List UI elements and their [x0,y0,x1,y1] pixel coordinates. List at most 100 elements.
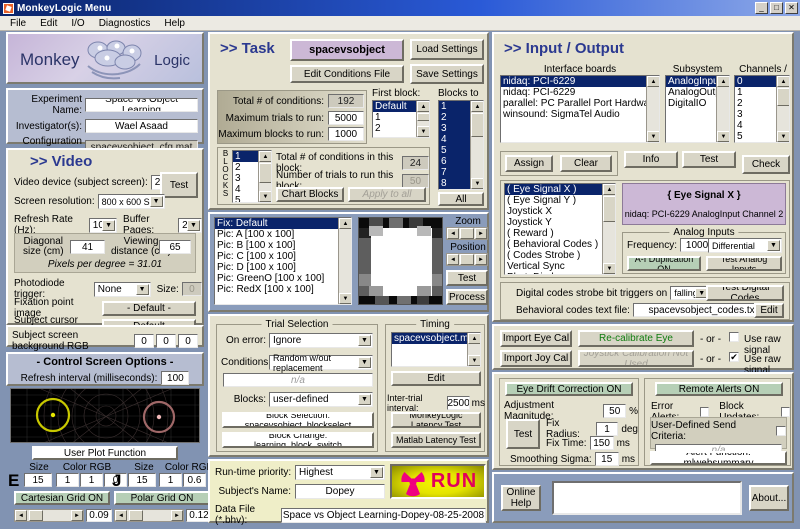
scroll-down-icon[interactable]: ▼ [417,126,429,137]
eye-size-input[interactable]: 15 [24,473,52,487]
joy-color-g-input[interactable]: 0.6 [183,473,206,487]
list-item[interactable]: 2 [439,112,470,123]
scrollbar[interactable]: ▲ ▼ [646,76,659,142]
task-name-button[interactable]: spacevsobject [290,39,404,61]
run-button[interactable]: RUN [390,464,486,499]
channels-ports-listbox[interactable]: 0 1 2 3 4 5 6 7 ▲ ▼ [734,75,790,143]
check-button[interactable]: Check [742,155,790,174]
list-item[interactable]: Joystick Y [505,217,602,228]
data-file-input[interactable]: Space vs Object Learning-Dopey-08-25-200… [281,507,486,523]
timing-edit-button[interactable]: Edit [391,371,481,386]
on-error-select[interactable]: Ignore ▼ [269,333,373,348]
list-item[interactable]: 1 [439,101,470,112]
slider-left-arrow-icon[interactable]: ◄ [15,510,27,521]
fix-time-input[interactable]: 150 [589,436,614,450]
use-raw-joy-checkbox[interactable]: ✔ [729,352,739,362]
bg-r-input[interactable]: 0 [134,334,154,348]
list-item[interactable]: Pic: C [100 x 100] [215,251,338,262]
eye-drift-toggle[interactable]: Eye Drift Correction ON [505,382,633,396]
test-digital-codes-button[interactable]: Test Digital Codes [706,285,784,301]
scroll-thumb[interactable] [777,88,789,106]
stimuli-process-button[interactable]: Process [446,289,488,305]
blocks-select[interactable]: user-defined ▼ [269,392,373,407]
list-item[interactable]: Pic: A [100 x 100] [215,229,338,240]
scroll-down-icon[interactable]: ▼ [603,263,615,274]
codes-file-input[interactable]: spacevsobject_codes.txt [632,303,773,317]
close-button[interactable]: ✕ [785,2,798,14]
list-item[interactable]: 1 [233,151,258,162]
scroll-thumb[interactable] [417,113,429,121]
video-test-button[interactable]: Test [160,172,198,198]
list-item[interactable]: 2 [735,98,776,109]
user-criteria-checkbox[interactable] [776,426,786,436]
menu-help[interactable]: Help [158,17,191,30]
status-field[interactable] [552,481,742,515]
block-updates-checkbox[interactable] [781,407,790,417]
scroll-down-icon[interactable]: ▼ [647,131,659,142]
scroll-up-icon[interactable]: ▲ [603,184,615,195]
list-item[interactable]: Fix: Default [215,218,338,229]
scroll-up-icon[interactable]: ▲ [717,76,729,87]
menu-io[interactable]: I/O [65,17,90,30]
list-item[interactable]: AnalogInput [666,76,716,87]
list-item[interactable]: Pic: GreenO [100 x 100] [215,273,338,284]
eye-color-r-input[interactable]: 1 [56,473,79,487]
user-plot-function-button[interactable]: User Plot Function [32,446,178,460]
polar-grid-toggle[interactable]: Polar Grid ON [114,491,210,505]
max-blocks-input[interactable]: 1000 [328,127,364,141]
blocks-to-run-listbox[interactable]: 1 2 3 4 5 6 7 8 ▲ ▼ [438,100,484,190]
slider-thumb[interactable] [29,510,43,521]
list-item[interactable]: ( Reward ) [505,228,602,239]
position-slider[interactable]: ◄ ► [446,253,488,266]
list-item[interactable]: 3 [735,109,776,120]
strobe-edge-select[interactable]: falling ▼ [670,286,711,300]
first-block-listbox[interactable]: Default 1 2 ▲ ▼ [372,100,430,138]
edit-conditions-button[interactable]: Edit Conditions File [290,65,404,83]
list-item[interactable]: 2 [373,123,416,134]
list-item[interactable]: 7 [439,167,470,178]
signal-listbox[interactable]: ( Eye Signal X ) ( Eye Signal Y ) Joysti… [504,183,616,275]
subject-name-input[interactable]: Dopey [295,484,385,499]
list-item[interactable]: 5 [233,195,258,202]
eye-drift-test-button[interactable]: Test [506,419,540,449]
scrollbar[interactable]: ▲ ▼ [602,184,615,274]
slider-left-arrow-icon[interactable]: ◄ [447,228,459,239]
investigator-input[interactable]: Wael Asaad [85,119,198,133]
scrollbar[interactable]: ▲ ▼ [776,76,789,142]
list-item[interactable]: ( Eye Signal X ) [505,184,602,195]
scroll-thumb[interactable] [259,163,271,183]
max-trials-input[interactable]: 5000 [328,111,364,125]
list-item[interactable]: Default [373,101,416,112]
refresh-interval-input[interactable]: 100 [161,371,190,385]
iti-input[interactable]: 2500 [447,396,470,410]
slider-right-arrow-icon[interactable]: ► [475,254,487,265]
bg-b-input[interactable]: 0 [178,334,198,348]
control-screen-preview[interactable] [10,388,200,443]
slider-right-arrow-icon[interactable]: ► [171,510,183,521]
blocks-listbox[interactable]: 1 2 3 4 5 6 ▲ ▼ [232,150,272,203]
experiment-name-input[interactable]: Space vs Object Learning [85,98,198,112]
scroll-up-icon[interactable]: ▲ [777,76,789,87]
use-raw-eye-checkbox[interactable] [729,332,739,342]
list-item[interactable]: 4 [439,134,470,145]
list-item[interactable]: 6 [439,156,470,167]
joy-grid-slider[interactable]: ◄ ► [114,509,184,522]
list-item[interactable]: winsound: SigmaTel Audio [501,109,646,120]
slider-right-arrow-icon[interactable]: ► [475,228,487,239]
fix-radius-input[interactable]: 1 [595,422,619,436]
error-alerts-checkbox[interactable] [700,407,710,417]
scrollbar[interactable]: ▲ ▼ [716,76,729,142]
clear-button[interactable]: Clear [560,155,612,172]
scrollbar[interactable]: ▲ ▼ [258,151,271,202]
stimuli-test-button[interactable]: Test [446,270,488,286]
coupling-select[interactable]: Differential ▼ [708,238,782,253]
scroll-up-icon[interactable]: ▲ [647,76,659,87]
monkeylogic-latency-button[interactable]: MonkeyLogic Latency Test [391,412,481,428]
menu-edit[interactable]: Edit [34,17,63,30]
all-blocks-button[interactable]: All [438,192,484,206]
list-item[interactable]: parallel: PC Parallel Port Hardware [501,98,646,109]
list-item[interactable]: spacevsobject.m [392,333,467,344]
scroll-down-icon[interactable]: ▼ [777,131,789,142]
save-settings-button[interactable]: Save Settings [410,64,484,84]
list-item[interactable]: 8 [439,178,470,189]
